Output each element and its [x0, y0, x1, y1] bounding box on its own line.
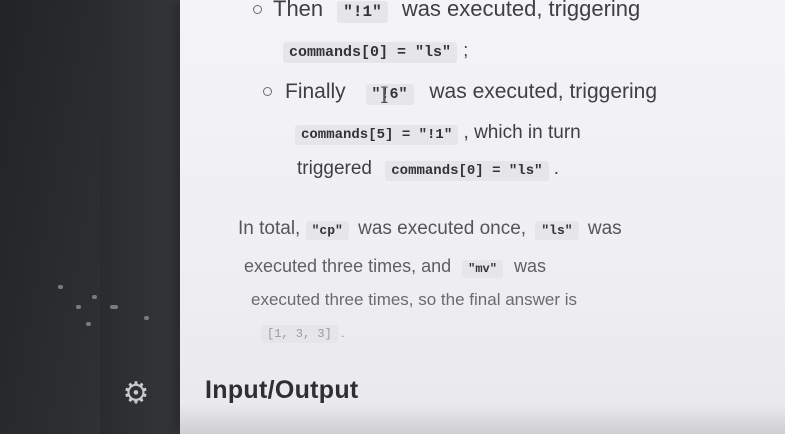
bullet-finally [263, 87, 272, 96]
then-line: Then "!1" was executed, triggering [273, 0, 641, 23]
finally-trigger: commands[5] = "!1" [295, 125, 459, 145]
bullet-then [253, 5, 262, 14]
finally-trigger2: commands[0] = "ls" [385, 161, 549, 181]
summary-ls: "ls" [535, 221, 579, 240]
finally-word2: triggered [297, 158, 372, 179]
then-trigger: commands[0] = "ls" [283, 42, 458, 63]
text-cursor-icon: I [380, 84, 389, 109]
summary-line-2: executed three times, and "mv" was [244, 256, 546, 278]
then-trigger-line: commands[0] = "ls" ; [283, 40, 469, 63]
summary-part6: executed three times, so the final answe… [251, 290, 577, 309]
finally-trigger-line: commands[5] = "!1" , which in turn [295, 122, 581, 145]
finally-rest: , which in turn [463, 122, 581, 143]
summary-part1: In total, [238, 218, 301, 239]
finally-word: Finally [285, 80, 346, 103]
gear-icon[interactable]: ⚙ [120, 378, 152, 410]
final-answer: [1, 3, 3] [261, 325, 338, 343]
summary-part4: executed three times, and [244, 256, 452, 276]
finally-punct: . [553, 158, 560, 179]
summary-part2: was executed once, [358, 218, 527, 239]
summary-mv: "mv" [462, 260, 503, 278]
summary-line-3: executed three times, so the final answe… [251, 290, 577, 310]
summary-line-4: [1, 3, 3] . [261, 325, 345, 343]
sidebar [100, 0, 182, 434]
summary-line-1: In total, "cp" was executed once, "ls" w… [238, 218, 622, 240]
finally-trigger2-line: triggered commands[0] = "ls" . [297, 158, 560, 181]
content-panel [180, 0, 785, 434]
summary-cp: "cp" [305, 221, 349, 240]
summary-part7: . [341, 326, 345, 340]
panel-shadow [180, 404, 785, 434]
section-heading-input-output: Input/Output [205, 376, 359, 404]
then-punct: ; [463, 40, 469, 60]
summary-part5: was [513, 256, 546, 276]
summary-part3: was [587, 218, 622, 239]
finally-text: was executed, triggering [429, 80, 658, 103]
then-word: Then [273, 0, 324, 21]
finally-line: Finally "!6" was executed, triggering [285, 80, 658, 105]
then-cmd: "!1" [337, 1, 388, 23]
then-text: was executed, triggering [401, 0, 641, 21]
finally-cmd: "!6" [365, 84, 414, 105]
